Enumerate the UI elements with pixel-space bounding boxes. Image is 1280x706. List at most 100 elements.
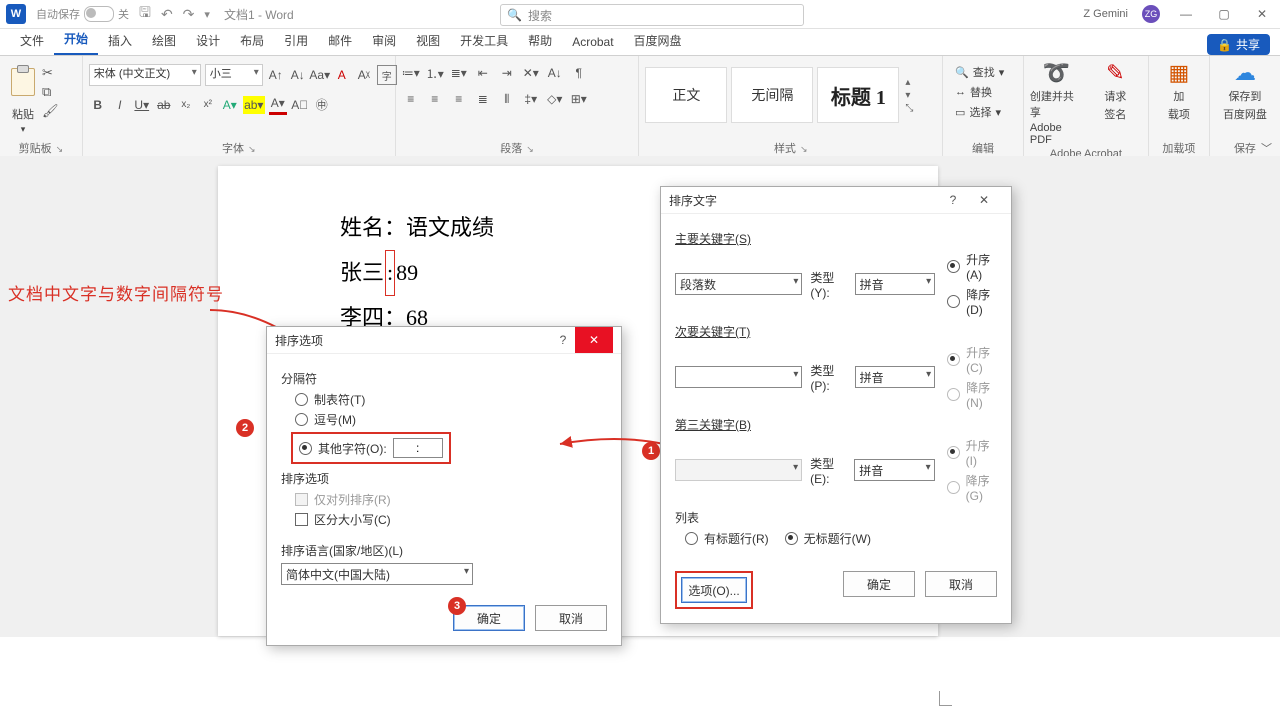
key2-field-combo[interactable] <box>675 366 802 388</box>
sort-ok-button[interactable]: 确定 <box>843 571 915 597</box>
user-avatar[interactable]: ZG <box>1142 5 1160 23</box>
cut-icon[interactable]: ✂ <box>42 66 59 79</box>
key3-field-combo[interactable] <box>675 459 802 481</box>
style-heading1[interactable]: 标题 1 <box>817 67 899 123</box>
bold-icon[interactable]: B <box>89 96 107 114</box>
key1-asc-radio[interactable]: 升序(A) <box>947 251 997 282</box>
phonetic-guide-icon[interactable]: A <box>333 66 351 84</box>
dialog-titlebar[interactable]: 排序选项 ? ✕ <box>267 327 621 354</box>
line-spacing-icon[interactable]: ‡▾ <box>522 90 540 108</box>
autosave-toggle[interactable]: 自动保存 关 <box>36 6 129 22</box>
styles-more-icon[interactable]: ⤡ <box>905 103 913 114</box>
asian-layout-icon[interactable]: ✕▾ <box>522 64 540 82</box>
tab-acrobat[interactable]: Acrobat <box>562 31 623 55</box>
dialog-launcher-icon[interactable]: ↘ <box>56 144 64 154</box>
highlight-icon[interactable]: ab▾ <box>243 96 265 114</box>
no-header-row-radio[interactable]: 无标题行(W) <box>785 530 871 547</box>
key3-type-combo[interactable]: 拼音 <box>854 459 934 481</box>
toggle-switch-icon[interactable] <box>84 6 114 22</box>
key1-type-combo[interactable]: 拼音 <box>855 273 936 295</box>
char-shading-icon[interactable]: A⃞ <box>291 96 309 114</box>
italic-icon[interactable]: I <box>111 96 129 114</box>
tab-review[interactable]: 审阅 <box>362 28 406 55</box>
multilevel-icon[interactable]: ≣▾ <box>450 64 468 82</box>
enclose-char-icon[interactable]: 字 <box>377 65 397 85</box>
tab-references[interactable]: 引用 <box>274 28 318 55</box>
text-effects-icon[interactable]: A▾ <box>221 96 239 114</box>
align-center-icon[interactable]: ≡ <box>426 90 444 108</box>
style-nospacing[interactable]: 无间隔 <box>731 67 813 123</box>
maximize-button[interactable]: ▢ <box>1212 7 1236 21</box>
key1-field-combo[interactable]: 段落数 <box>675 273 802 295</box>
style-normal[interactable]: 正文 <box>645 67 727 123</box>
dialog-launcher-icon[interactable]: ↘ <box>800 144 808 154</box>
sort-options-button[interactable]: 选项(O)... <box>681 577 747 603</box>
addins-button[interactable]: ▦加载项 <box>1155 60 1203 122</box>
subscript-icon[interactable]: x₂ <box>177 96 195 114</box>
dialog-close-button[interactable]: ✕ <box>575 327 613 353</box>
select-button[interactable]: ▭ 选择 ▾ <box>955 104 1004 120</box>
paste-button[interactable]: 粘贴▾ <box>6 60 40 135</box>
qat-more-icon[interactable]: ▾ <box>204 8 210 21</box>
dialog-titlebar[interactable]: 排序文字 ? ✕ <box>661 187 1011 214</box>
borders-icon[interactable]: ⊞▾ <box>570 90 588 108</box>
request-signature-button[interactable]: ✎请求签名 <box>1089 60 1142 122</box>
close-window-button[interactable]: ✕ <box>1250 7 1274 21</box>
key2-asc-radio[interactable]: 升序(C) <box>947 344 997 375</box>
key3-asc-radio[interactable]: 升序(I) <box>947 437 997 468</box>
underline-icon[interactable]: U▾ <box>133 96 151 114</box>
grow-font-icon[interactable]: A↑ <box>267 66 285 84</box>
dialog-close-button[interactable]: ✕ <box>965 187 1003 213</box>
dialog-launcher-icon[interactable]: ↘ <box>248 144 256 154</box>
clear-format-icon[interactable]: Aᵡ <box>355 66 373 84</box>
tab-baidu[interactable]: 百度网盘 <box>624 28 692 55</box>
key1-desc-radio[interactable]: 降序(D) <box>947 286 997 317</box>
user-name[interactable]: Z Gemini <box>1083 8 1128 20</box>
radio-comma[interactable]: 逗号(M) <box>295 411 607 428</box>
other-char-input[interactable] <box>393 438 443 458</box>
options-cancel-button[interactable]: 取消 <box>535 605 607 631</box>
replace-button[interactable]: ↔ 替换 <box>955 84 1004 100</box>
collapse-ribbon-icon[interactable]: ﹀ <box>1261 140 1272 156</box>
save-baidu-button[interactable]: ☁保存到百度网盘 <box>1218 60 1272 122</box>
dialog-help-button[interactable]: ? <box>941 193 965 207</box>
sort-language-combo[interactable]: 简体中文(中国大陆) <box>281 563 473 585</box>
tab-design[interactable]: 设计 <box>186 28 230 55</box>
check-case-sensitive[interactable]: 区分大小写(C) <box>295 511 607 528</box>
find-button[interactable]: 🔍 查找 ▾ <box>955 64 1004 80</box>
save-icon[interactable]: 🖫 <box>139 2 151 26</box>
strikethrough-icon[interactable]: ab <box>155 96 173 114</box>
change-case-icon[interactable]: Aa▾ <box>311 66 329 84</box>
format-painter-icon[interactable]: 🖌 <box>42 104 59 117</box>
tab-help[interactable]: 帮助 <box>518 28 562 55</box>
share-button[interactable]: 🔒 共享 <box>1207 34 1270 55</box>
tab-home[interactable]: 开始 <box>54 26 98 55</box>
dialog-launcher-icon[interactable]: ↘ <box>526 144 534 154</box>
dialog-help-button[interactable]: ? <box>551 333 575 347</box>
shading-icon[interactable]: ◇▾ <box>546 90 564 108</box>
create-pdf-button[interactable]: ➰创建并共享Adobe PDF <box>1030 60 1083 146</box>
sort-cancel-button[interactable]: 取消 <box>925 571 997 597</box>
minimize-button[interactable]: — <box>1174 7 1198 21</box>
key3-desc-radio[interactable]: 降序(G) <box>947 472 997 503</box>
font-name-combo[interactable]: 宋体 (中文正文) <box>89 64 201 86</box>
justify-icon[interactable]: ≣ <box>474 90 492 108</box>
tab-mailings[interactable]: 邮件 <box>318 28 362 55</box>
tab-developer[interactable]: 开发工具 <box>450 28 518 55</box>
superscript-icon[interactable]: x² <box>199 96 217 114</box>
font-size-combo[interactable]: 小三 <box>205 64 263 86</box>
align-right-icon[interactable]: ≡ <box>450 90 468 108</box>
redo-icon[interactable]: ↷ <box>183 6 195 23</box>
header-row-radio[interactable]: 有标题行(R) <box>685 530 769 547</box>
tab-draw[interactable]: 绘图 <box>142 28 186 55</box>
show-marks-icon[interactable]: ¶ <box>570 64 588 82</box>
font-color-icon[interactable]: A▾ <box>269 94 287 115</box>
increase-indent-icon[interactable]: ⇥ <box>498 64 516 82</box>
tab-layout[interactable]: 布局 <box>230 28 274 55</box>
char-border-icon[interactable]: ㊥ <box>313 96 331 114</box>
numbering-icon[interactable]: ⒈▾ <box>426 64 444 82</box>
radio-tab[interactable]: 制表符(T) <box>295 391 607 408</box>
key2-desc-radio[interactable]: 降序(N) <box>947 379 997 410</box>
align-left-icon[interactable]: ≡ <box>402 90 420 108</box>
tab-file[interactable]: 文件 <box>10 28 54 55</box>
